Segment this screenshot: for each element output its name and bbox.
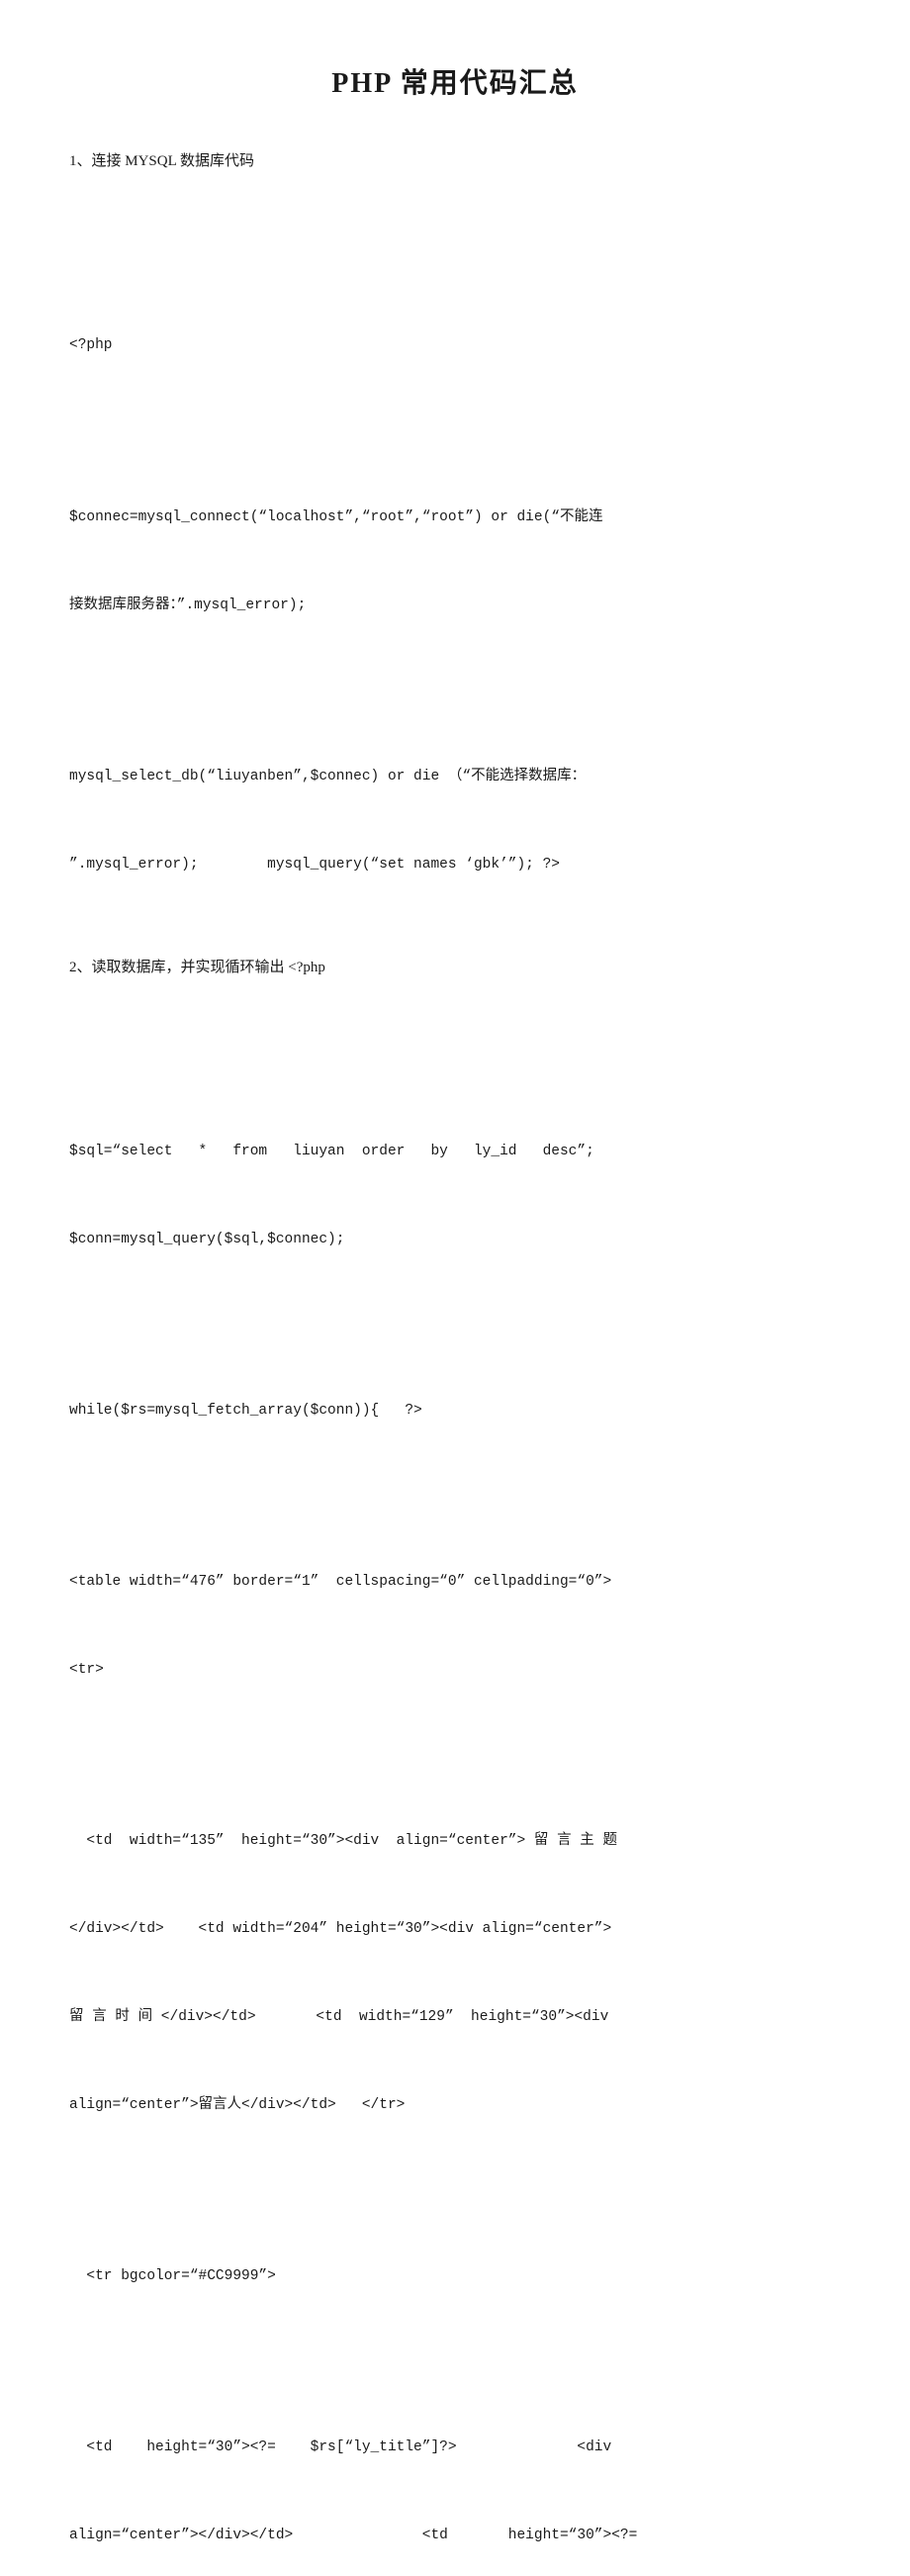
blank-line (69, 1485, 841, 1511)
code-line: while($rs=mysql_fetch_array($conn)){ ?> (69, 1397, 841, 1426)
content-area: 1、连接 MYSQL 数据库代码 <?php $connec=mysql_con… (69, 148, 841, 2576)
code-line: <td height=“30”><?= $rs[“ly_title”]?> <d… (69, 2434, 841, 2462)
blank-line (69, 1055, 841, 1080)
code-line: 接数据库服务器：”.mysql_error); (69, 592, 841, 620)
section-2: 2、读取数据库，并实现循环输出 <?php $sql=“select * fro… (69, 955, 841, 2576)
blank-line (69, 2179, 841, 2205)
code-line: mysql_select_db(“liuyanben”,$connec) or … (69, 763, 841, 791)
code-line: 留 言 时 间 </div></td> <td width=“129” heig… (69, 2003, 841, 2032)
code-line: </div></td> <td width=“204” height=“30”>… (69, 1915, 841, 1944)
section-1-header: 1、连接 MYSQL 数据库代码 (69, 148, 841, 175)
page-title: PHP 常用代码汇总 (69, 59, 841, 109)
code-line: $sql=“select * from liuyan order by ly_i… (69, 1138, 841, 1166)
code-line: <table width=“476” border=“1” cellspacin… (69, 1568, 841, 1597)
section-2-code: $sql=“select * from liuyan order by ly_i… (69, 997, 841, 2576)
code-line: <?php (69, 331, 841, 360)
section-1: 1、连接 MYSQL 数据库代码 <?php $connec=mysql_con… (69, 148, 841, 938)
blank-line (69, 248, 841, 274)
code-line: align=“center”>留言人</div></td> </tr> (69, 2091, 841, 2120)
blank-line (69, 680, 841, 705)
code-line: $connec=mysql_connect(“localhost”,“root”… (69, 504, 841, 532)
code-line: <td width=“135” height=“30”><div align=“… (69, 1827, 841, 1856)
section-2-header: 2、读取数据库，并实现循环输出 <?php (69, 955, 841, 981)
blank-line (69, 1744, 841, 1770)
code-line: <tr bgcolor=“#CC9999”> (69, 2262, 841, 2291)
blank-line (69, 1314, 841, 1339)
code-line: ”.mysql_error); mysql_query(“set names ‘… (69, 851, 841, 879)
code-line: $conn=mysql_query($sql,$connec); (69, 1226, 841, 1254)
section-1-code: <?php $connec=mysql_connect(“localhost”,… (69, 191, 841, 938)
code-line: <tr> (69, 1656, 841, 1685)
code-line: align=“center”></div></td> <td height=“3… (69, 2522, 841, 2550)
blank-line (69, 419, 841, 445)
blank-line (69, 2350, 841, 2376)
